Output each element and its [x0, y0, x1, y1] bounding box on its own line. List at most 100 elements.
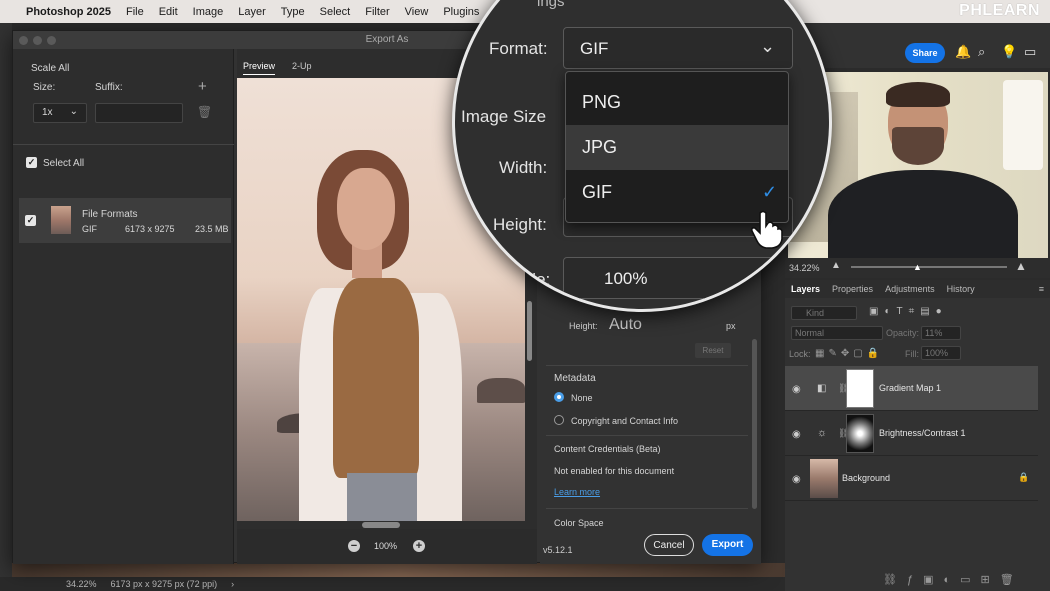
layer-thumbnail[interactable]: [810, 459, 838, 498]
layer-row[interactable]: ◉ Background 🔒: [785, 456, 1038, 501]
learn-more-link[interactable]: Learn more: [554, 487, 600, 497]
menu-view[interactable]: View: [405, 6, 429, 18]
eye-icon[interactable]: ◉: [792, 474, 801, 485]
tab-preview[interactable]: Preview: [243, 61, 276, 75]
panel-menu-icon[interactable]: ≡: [1033, 284, 1050, 294]
document-canvas: [12, 563, 785, 577]
file-checkbox[interactable]: ✓: [25, 215, 36, 226]
format-option-label: PNG: [582, 92, 622, 112]
menu-edit[interactable]: Edit: [159, 6, 178, 18]
zoom-slider[interactable]: [851, 266, 1007, 268]
zoom-in-button[interactable]: +: [413, 540, 425, 552]
format-option-png[interactable]: PNG: [566, 80, 788, 125]
cancel-button[interactable]: Cancel: [644, 534, 694, 556]
status-bar: 34.22% 6173 px x 9275 px (72 ppi) ›: [0, 577, 785, 591]
metadata-copyright-label[interactable]: Copyright and Contact Info: [571, 416, 678, 426]
blend-mode-select[interactable]: Normal: [791, 326, 883, 340]
search-icon[interactable]: ⌕: [978, 44, 985, 60]
metadata-copyright-radio[interactable]: [554, 415, 564, 425]
zoom-in-mountain-icon[interactable]: ▲: [1015, 259, 1027, 273]
height-label-zoomed: Height:: [493, 215, 547, 234]
vertical-scrollbar[interactable]: [527, 301, 532, 361]
tab-2-up[interactable]: 2-Up: [292, 61, 312, 71]
suffix-input[interactable]: [95, 103, 183, 123]
lightbulb-icon[interactable]: 💡: [1001, 44, 1017, 60]
format-select[interactable]: GIF ⌄: [563, 27, 793, 69]
navigator-zoom[interactable]: 34.22%: [789, 263, 820, 273]
color-space-heading: Color Space: [554, 518, 604, 528]
tab-history[interactable]: History: [941, 284, 981, 294]
zoom-window-button[interactable]: [47, 36, 56, 45]
layer-name[interactable]: Gradient Map 1: [879, 383, 941, 393]
status-doc-info: 6173 px x 9275 px (72 ppi): [110, 579, 218, 589]
menu-filter[interactable]: Filter: [365, 6, 389, 18]
layer-row[interactable]: ◉ ☼ ⛓ Brightness/Contrast 1: [785, 411, 1038, 456]
scale-select-zoomed[interactable]: 100% ⌄: [563, 257, 793, 299]
menu-image[interactable]: Image: [193, 6, 224, 18]
fill-label: Fill:: [905, 349, 919, 359]
zoom-value: 100%: [374, 541, 398, 551]
menu-plugins[interactable]: Plugins: [443, 6, 479, 18]
chevron-right-icon[interactable]: ›: [231, 579, 234, 589]
eye-icon[interactable]: ◉: [792, 384, 801, 395]
select-all-checkbox[interactable]: ✓: [26, 157, 37, 168]
zoom-out-mountain-icon[interactable]: ▲: [831, 260, 841, 271]
app-name-menu[interactable]: Photoshop 2025: [26, 6, 111, 18]
file-list-item[interactable]: ✓ File Formats GIF 6173 x 9275 23.5 MB: [19, 198, 231, 243]
metadata-none-label[interactable]: None: [571, 393, 593, 403]
scale-select-value: 1x: [42, 107, 53, 118]
opacity-input[interactable]: 11%: [921, 326, 961, 340]
slider-handle[interactable]: ▲: [913, 262, 922, 272]
horizontal-scrollbar[interactable]: [362, 522, 400, 528]
lock-icons[interactable]: ▦✎✥▢🔒: [815, 348, 883, 359]
file-size: 23.5 MB: [195, 224, 229, 234]
fill-value: 100%: [925, 348, 949, 358]
layer-name[interactable]: Brightness/Contrast 1: [879, 428, 966, 438]
settings-scrollbar[interactable]: [752, 339, 757, 509]
layer-name[interactable]: Background: [842, 473, 890, 483]
menu-file[interactable]: File: [126, 6, 144, 18]
tab-adjustments[interactable]: Adjustments: [879, 284, 941, 294]
format-option-jpg[interactable]: JPG: [566, 125, 788, 170]
minimize-window-button[interactable]: [33, 36, 42, 45]
chevron-down-icon: ⌄: [760, 36, 776, 56]
reset-label: Reset: [702, 346, 724, 355]
close-window-button[interactable]: [19, 36, 28, 45]
gradient-map-icon: ◧: [817, 383, 827, 394]
share-button[interactable]: Share: [905, 43, 945, 63]
layer-mask-thumbnail[interactable]: [846, 369, 874, 408]
format-option-label: GIF: [582, 182, 612, 202]
blend-mode-value: Normal: [795, 328, 825, 338]
navigator-bar: 34.22% ▲ ▲ ▲: [785, 258, 1050, 278]
size-label: Size:: [33, 82, 56, 93]
status-zoom[interactable]: 34.22%: [66, 579, 97, 589]
layers-footer-icons[interactable]: ⛓ƒ▣◐▭⊞🗑: [785, 570, 1050, 591]
version-label: v5.12.1: [543, 545, 573, 555]
kind-placeholder: Kind: [806, 308, 825, 318]
unit-label: px: [726, 321, 736, 331]
metadata-none-radio[interactable]: [554, 392, 564, 402]
suffix-label: Suffix:: [95, 82, 123, 93]
zoom-out-button[interactable]: −: [348, 540, 360, 552]
layer-row[interactable]: ◉ ◧ ⛓ Gradient Map 1: [785, 366, 1038, 411]
format-label: Format:: [489, 39, 548, 58]
scale-select[interactable]: 1x ⌄: [33, 103, 87, 123]
workspace-icon[interactable]: ▭: [1024, 44, 1036, 60]
fill-input[interactable]: 100%: [921, 346, 961, 360]
height-auto-text: Auto: [609, 316, 642, 330]
content-credentials-status: Not enabled for this document: [554, 466, 675, 476]
reset-button[interactable]: Reset: [695, 343, 731, 358]
kind-filter[interactable]: Kind: [791, 306, 857, 320]
select-all-label[interactable]: Select All: [43, 158, 84, 169]
add-scale-icon[interactable]: +: [198, 78, 207, 95]
bell-icon[interactable]: 🔔: [955, 44, 971, 60]
layer-mask-thumbnail[interactable]: [846, 414, 874, 453]
export-button[interactable]: Export: [702, 534, 753, 556]
menu-type[interactable]: Type: [281, 6, 305, 18]
tab-properties[interactable]: Properties: [826, 284, 879, 294]
menu-layer[interactable]: Layer: [238, 6, 266, 18]
eye-icon[interactable]: ◉: [792, 429, 801, 440]
filter-icons[interactable]: ▣◐T⌗▤●: [869, 306, 948, 317]
trash-icon[interactable]: 🗑: [197, 105, 212, 119]
menu-select[interactable]: Select: [320, 6, 351, 18]
